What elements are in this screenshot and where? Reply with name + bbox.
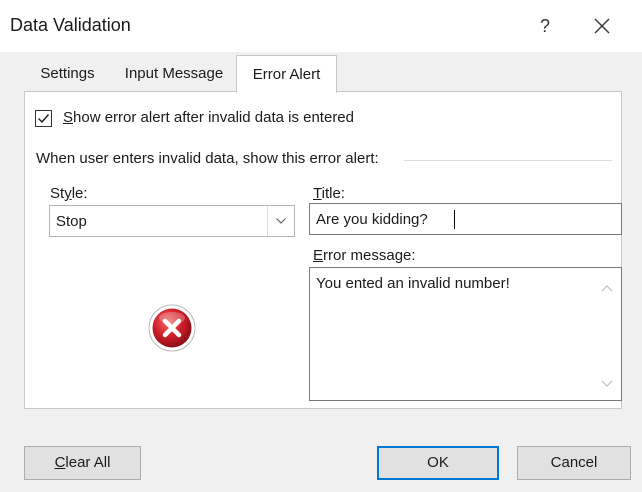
dialog-title: Data Validation — [10, 15, 131, 35]
style-label: Style: — [50, 185, 88, 202]
label-text: lear All — [65, 454, 111, 471]
label-text: St — [50, 185, 65, 202]
label-mnemonic: T — [313, 185, 322, 202]
label-text: how error alert after invalid data is en… — [73, 109, 354, 126]
text-caret — [454, 210, 455, 229]
label-text: rror message: — [323, 247, 416, 264]
checkmark-icon — [38, 114, 50, 124]
close-button[interactable] — [584, 10, 620, 42]
dropdown-arrow[interactable] — [267, 206, 294, 236]
label-mnemonic: E — [313, 247, 324, 264]
scroll-down-icon[interactable] — [601, 380, 613, 388]
tab-settings[interactable]: Settings — [25, 57, 110, 91]
data-validation-dialog: Data Validation ? Settings Input Message… — [0, 0, 642, 492]
group-divider — [404, 160, 612, 161]
group-label: When user enters invalid data, show this… — [36, 150, 379, 167]
label-mnemonic: C — [54, 454, 66, 471]
help-button[interactable]: ? — [528, 11, 562, 41]
title-input[interactable]: Are you kidding? — [309, 203, 622, 235]
cancel-button[interactable]: Cancel — [517, 446, 631, 480]
show-error-alert-label[interactable]: Show error alert after invalid data is e… — [63, 109, 354, 126]
chevron-down-icon — [276, 218, 286, 224]
style-dropdown[interactable]: Stop — [49, 205, 295, 237]
title-label: Title: — [313, 185, 345, 202]
error-message-textarea[interactable]: You ented an invalid number! — [309, 267, 622, 401]
tab-error-alert[interactable]: Error Alert — [236, 55, 337, 93]
ok-button[interactable]: OK — [377, 446, 499, 480]
error-x-icon — [148, 304, 196, 352]
clear-all-button[interactable]: Clear All — [24, 446, 141, 480]
label-text: itle: — [321, 185, 345, 202]
label-text: le: — [71, 185, 88, 202]
scroll-up-icon[interactable] — [601, 284, 613, 292]
label-mnemonic: y — [64, 185, 72, 202]
label-mnemonic: S — [63, 109, 74, 126]
title-bar: Data Validation ? — [0, 0, 642, 52]
show-error-alert-checkbox[interactable] — [35, 110, 52, 127]
error-message-label: Error message: — [313, 247, 416, 264]
error-message-value: You ented an invalid number! — [316, 275, 510, 292]
style-dropdown-value: Stop — [56, 213, 87, 230]
title-input-value: Are you kidding? — [316, 211, 428, 228]
close-icon — [594, 18, 610, 34]
tab-input-message[interactable]: Input Message — [110, 57, 238, 91]
